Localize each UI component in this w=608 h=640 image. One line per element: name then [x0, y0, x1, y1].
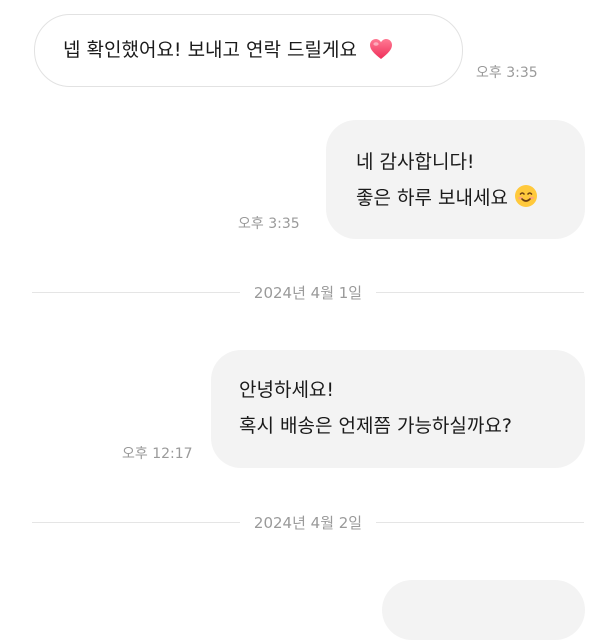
- smiling-face-emoji-icon: [514, 184, 538, 220]
- outgoing-message-bubble-partial[interactable]: [382, 580, 585, 640]
- divider-line: [32, 521, 240, 523]
- date-divider: 2024년 4월 1일: [32, 282, 585, 302]
- message-text: 넵 확인했어요! 보내고 연락 드릴게요: [63, 39, 357, 61]
- message-text-line: 좋은 하루 보내세요: [356, 180, 585, 220]
- date-divider: 2024년 4월 2일: [32, 512, 585, 532]
- divider-line: [32, 291, 240, 293]
- message-text: 네 감사합니다!: [356, 151, 475, 173]
- outgoing-message-bubble[interactable]: 네 감사합니다! 좋은 하루 보내세요: [326, 120, 585, 239]
- outgoing-message-bubble[interactable]: 안녕하세요! 혹시 배송은 언제쯤 가능하실까요?: [211, 350, 585, 468]
- divider-line: [376, 291, 585, 293]
- message-text: 좋은 하루 보내세요: [356, 187, 508, 209]
- message-timestamp: 오후 3:35: [476, 65, 538, 81]
- message-text: 혹시 배송은 언제쯤 가능하실까요?: [239, 415, 512, 437]
- incoming-message-bubble[interactable]: 넵 확인했어요! 보내고 연락 드릴게요: [34, 14, 463, 87]
- message-text: 안녕하세요!: [239, 379, 335, 401]
- date-label: 2024년 4월 1일: [253, 283, 363, 302]
- message-timestamp: 오후 12:17: [122, 446, 193, 462]
- divider-line: [376, 521, 585, 523]
- message-timestamp: 오후 3:35: [238, 216, 300, 232]
- heart-emoji-icon: [369, 36, 393, 72]
- date-label: 2024년 4월 2일: [253, 513, 363, 532]
